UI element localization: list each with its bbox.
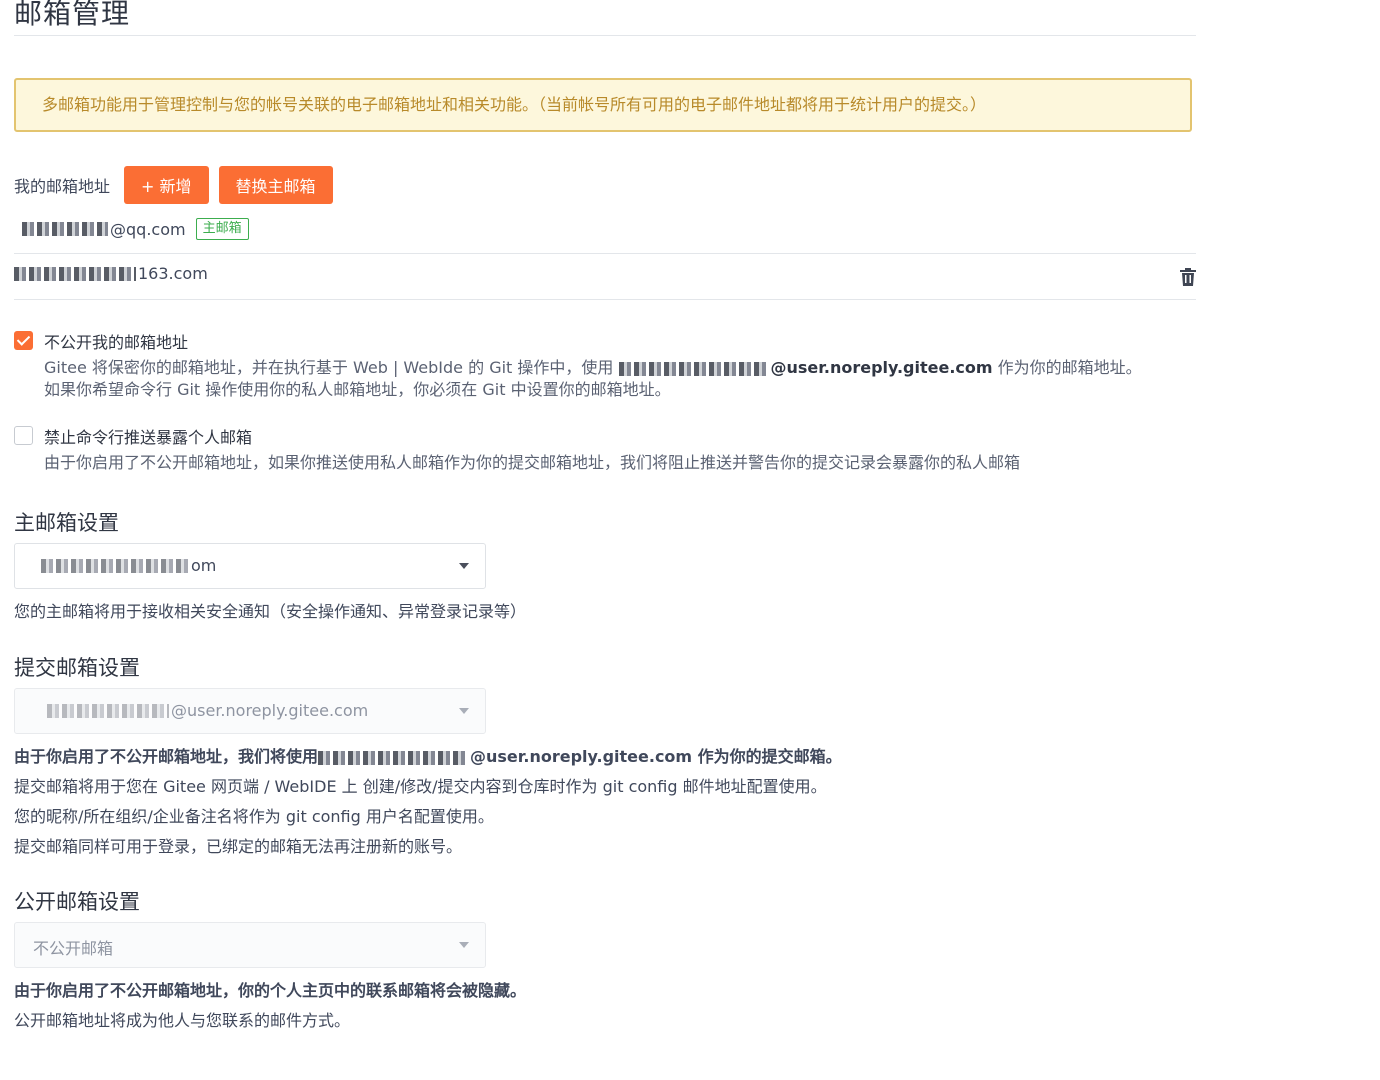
commit-email-line1: 由于你启用了不公开邮箱地址，我们将使用 @user.noreply.gitee.c… xyxy=(14,743,842,767)
line-text: 作为你的提交邮箱。 xyxy=(692,747,842,766)
redacted-mosaic xyxy=(14,266,136,281)
add-email-button[interactable]: + 新增 xyxy=(124,166,209,204)
email-list-header: 我的邮箱地址 + 新增 替换主邮箱 xyxy=(14,166,343,204)
chevron-down-icon xyxy=(459,708,469,714)
info-notice: 多邮箱功能用于管理控制与您的帐号关联的电子邮箱地址和相关功能。（当前帐号所有可用… xyxy=(14,78,1192,132)
redacted-mosaic xyxy=(318,750,469,765)
chevron-down-icon xyxy=(459,942,469,948)
hide-email-desc-line2: 如果你希望命令行 Git 操作使用你的私人邮箱地址，你必须在 Git 中设置你的… xyxy=(44,380,671,399)
public-email-select[interactable]: 不公开邮箱 xyxy=(14,922,486,968)
selected-text: @user.noreply.gitee.com xyxy=(171,701,369,720)
primary-email-section-title: 主邮箱设置 xyxy=(14,511,119,535)
block-push-checkbox[interactable] xyxy=(14,426,33,445)
redacted-mosaic xyxy=(22,222,108,236)
hide-email-checkbox[interactable] xyxy=(14,331,33,350)
email-row-primary: @qq.com 主邮箱 xyxy=(14,208,1196,254)
desc-text: Gitee 将保密你的邮箱地址，并在执行基于 Web | WebIde 的 Gi… xyxy=(44,358,614,377)
select-value: 不公开邮箱 xyxy=(33,939,114,958)
page-title: 邮箱管理 xyxy=(14,0,131,30)
desc-text: 作为你的邮箱地址。 xyxy=(992,358,1142,377)
hide-email-title: 不公开我的邮箱地址 xyxy=(44,333,189,352)
commit-email-section-title: 提交邮箱设置 xyxy=(14,656,140,680)
email-list-label: 我的邮箱地址 xyxy=(14,177,111,196)
public-email-line1: 由于你启用了不公开邮箱地址，你的个人主页中的联系邮箱将会被隐藏。 xyxy=(14,981,527,1000)
selected-text: om xyxy=(191,556,217,575)
select-value: @user.noreply.gitee.com xyxy=(47,701,368,720)
block-push-desc: 由于你启用了不公开邮箱地址，如果你推送使用私人邮箱作为你的提交邮箱地址，我们将阻… xyxy=(44,453,1021,472)
trash-icon[interactable] xyxy=(1180,268,1196,286)
hide-email-desc-line1: Gitee 将保密你的邮箱地址，并在执行基于 Web | WebIde 的 Gi… xyxy=(44,357,1142,379)
noreply-email: @user.noreply.gitee.com xyxy=(470,747,693,766)
commit-email-line3: 您的昵称/所在组织/企业备注名将作为 git config 用户名配置使用。 xyxy=(14,807,494,826)
primary-email-select[interactable]: om xyxy=(14,543,486,589)
line-text: 由于你启用了不公开邮箱地址，我们将使用 xyxy=(14,747,319,766)
email-row-secondary: 163.com xyxy=(14,254,1196,300)
email-address: 163.com xyxy=(14,264,208,283)
public-email-line2: 公开邮箱地址将成为他人与您联系的邮件方式。 xyxy=(14,1011,351,1030)
commit-email-line4: 提交邮箱同样可用于登录，已绑定的邮箱无法再注册新的账号。 xyxy=(14,837,463,856)
redacted-mosaic xyxy=(618,361,769,376)
primary-email-badge: 主邮箱 xyxy=(195,218,249,240)
email-address: @qq.com 主邮箱 xyxy=(22,218,249,240)
title-divider xyxy=(14,35,1196,36)
email-suffix: 163.com xyxy=(138,264,208,283)
commit-email-select[interactable]: @user.noreply.gitee.com xyxy=(14,688,486,734)
primary-email-hint: 您的主邮箱将用于接收相关安全通知（安全操作通知、异常登录记录等） xyxy=(14,602,527,621)
public-email-section-title: 公开邮箱设置 xyxy=(14,890,140,914)
replace-primary-email-button[interactable]: 替换主邮箱 xyxy=(218,166,333,204)
redacted-mosaic xyxy=(41,558,189,573)
redacted-mosaic xyxy=(47,703,169,718)
noreply-email: @user.noreply.gitee.com xyxy=(770,358,993,377)
commit-email-line2: 提交邮箱将用于您在 Gitee 网页端 / WebIDE 上 创建/修改/提交内… xyxy=(14,777,827,796)
select-value: om xyxy=(41,556,216,575)
email-suffix: @qq.com xyxy=(110,219,186,239)
chevron-down-icon xyxy=(459,563,469,569)
block-push-title: 禁止命令行推送暴露个人邮箱 xyxy=(44,428,253,447)
